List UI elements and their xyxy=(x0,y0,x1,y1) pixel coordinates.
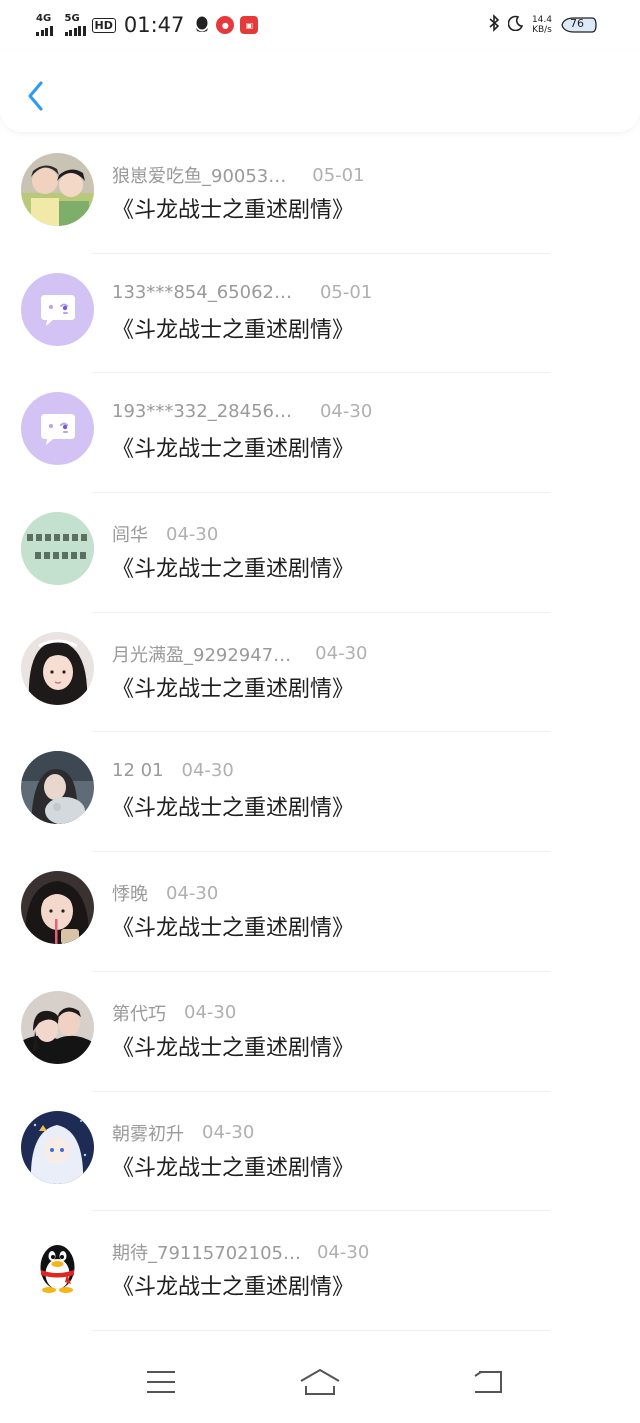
comment-date: 04-30 xyxy=(319,401,373,423)
username[interactable]: 闾华 xyxy=(112,521,148,547)
comment-meta: 狼崽爱吃鱼_90053… 05-01 xyxy=(112,162,365,188)
comment-meta: 朝雾初升 04-30 xyxy=(112,1120,254,1146)
avatar[interactable] xyxy=(21,631,94,705)
comment-meta: 期待_79115702105… 04-30 xyxy=(112,1239,369,1265)
avatar[interactable] xyxy=(21,871,94,945)
avatar[interactable] xyxy=(21,512,94,586)
comment-date: 04-30 xyxy=(202,1122,255,1143)
list-item[interactable]: 月光满盈_9292947… 04-30 《斗龙战士之重述剧情》 xyxy=(0,613,640,733)
list-item[interactable]: 193***332_28456… 04-30 《斗龙战士之重述剧情》 xyxy=(0,373,640,494)
status-bar-right: 14.4 KB/s 76 xyxy=(488,10,598,40)
list-item[interactable]: 闾华 04-30 《斗龙战士之重述剧情》 xyxy=(0,493,640,613)
comment-title[interactable]: 《斗龙战士之重述剧情》 xyxy=(112,1030,354,1062)
comment-title[interactable]: 《斗龙战士之重述剧情》 xyxy=(112,192,354,224)
comment-title[interactable]: 《斗龙战士之重述剧情》 xyxy=(112,910,354,942)
list-item[interactable]: 12 01 04-30 《斗龙战士之重述剧情》 xyxy=(0,732,640,853)
avatar[interactable] xyxy=(21,272,94,346)
comment-date: 05-01 xyxy=(312,164,365,186)
avatar[interactable] xyxy=(21,1110,94,1184)
app-notification-icon-2: ▣ xyxy=(240,16,259,34)
username[interactable]: 狼崽爱吃鱼_90053… xyxy=(112,162,286,188)
comment-meta: 悸晚 04-30 xyxy=(112,880,218,906)
avatar[interactable] xyxy=(21,153,94,226)
comment-title[interactable]: 《斗龙战士之重述剧情》 xyxy=(112,431,354,463)
comment-date: 04-30 xyxy=(184,1002,237,1024)
comment-title[interactable]: 《斗龙战士之重述剧情》 xyxy=(112,551,354,583)
username[interactable]: 12 01 xyxy=(112,760,164,781)
comment-meta: 12 01 04-30 xyxy=(112,760,234,781)
comment-meta: 193***332_28456… 04-30 xyxy=(112,401,372,422)
avatar[interactable] xyxy=(21,990,94,1064)
avatar[interactable] xyxy=(21,1230,94,1304)
hd-voice-icon: HD xyxy=(91,17,116,33)
status-bar-left: 4G 5G HD 01:47 ● ▣ xyxy=(36,10,259,40)
menu-icon xyxy=(147,1371,175,1393)
comment-title[interactable]: 《斗龙战士之重述剧情》 xyxy=(112,1269,354,1301)
moon-icon xyxy=(507,15,524,35)
comment-date: 04-30 xyxy=(166,523,219,545)
comment-meta: 月光满盈_9292947… 04-30 xyxy=(112,641,367,667)
username[interactable]: 133***854_65062… xyxy=(112,282,292,303)
system-nav-bar xyxy=(0,1342,640,1423)
battery-icon: 76 xyxy=(560,15,598,35)
home-icon xyxy=(300,1369,340,1395)
chevron-left-icon xyxy=(28,81,43,111)
qq-penguin-icon xyxy=(21,1230,94,1304)
username[interactable]: 月光满盈_9292947… xyxy=(112,641,291,667)
username[interactable]: 193***332_28456… xyxy=(112,401,292,422)
chat-bubble-icon xyxy=(21,392,94,466)
avatar[interactable] xyxy=(21,751,94,825)
comment-date: 04-30 xyxy=(166,882,219,904)
chat-bubble-icon xyxy=(21,272,94,346)
comment-date: 04-30 xyxy=(316,1241,370,1263)
network-speed: 14.4 KB/s xyxy=(531,15,552,35)
comment-meta: 闾华 04-30 xyxy=(112,521,218,547)
status-bar: 4G 5G HD 01:47 ● ▣ 14.4 KB/s 76 xyxy=(0,0,640,50)
avatar[interactable] xyxy=(21,392,94,466)
signal-icon-4g: 4G xyxy=(36,14,53,36)
header xyxy=(0,50,640,132)
bluetooth-icon xyxy=(488,14,500,36)
divider xyxy=(92,1329,550,1331)
signal-icon-5g: 5G xyxy=(64,14,86,36)
username[interactable]: 第代巧 xyxy=(112,1000,166,1026)
list-item[interactable]: 狼崽爱吃鱼_90053… 05-01 《斗龙战士之重述剧情》 xyxy=(0,134,640,254)
comment-date: 05-01 xyxy=(319,281,373,303)
menu-button[interactable] xyxy=(139,1364,183,1400)
list-item[interactable]: 期待_79115702105… 04-30 《斗龙战士之重述剧情》 xyxy=(0,1211,640,1331)
comment-title[interactable]: 《斗龙战士之重述剧情》 xyxy=(112,1150,354,1182)
username[interactable]: 悸晚 xyxy=(112,880,148,906)
comment-list: 狼崽爱吃鱼_90053… 05-01 《斗龙战士之重述剧情》 133***854… xyxy=(0,134,640,1331)
back-icon xyxy=(474,1371,502,1393)
comment-title[interactable]: 《斗龙战士之重述剧情》 xyxy=(112,312,354,344)
comment-meta: 133***854_65062… 05-01 xyxy=(112,282,372,303)
list-item[interactable]: 133***854_65062… 05-01 《斗龙战士之重述剧情》 xyxy=(0,254,640,374)
comment-title[interactable]: 《斗龙战士之重述剧情》 xyxy=(112,790,354,822)
list-item[interactable]: 朝雾初升 04-30 《斗龙战士之重述剧情》 xyxy=(0,1092,640,1212)
comment-date: 04-30 xyxy=(315,643,368,665)
comment-title[interactable]: 《斗龙战士之重述剧情》 xyxy=(112,671,354,703)
comment-meta: 第代巧 04-30 xyxy=(112,1000,236,1026)
app-notification-icon-1: ● xyxy=(216,16,235,34)
back-nav-button[interactable] xyxy=(466,1364,510,1400)
list-item[interactable]: 第代巧 04-30 《斗龙战士之重述剧情》 xyxy=(0,972,640,1092)
comment-date: 04-30 xyxy=(181,760,234,782)
username[interactable]: 朝雾初升 xyxy=(112,1120,184,1146)
home-button[interactable] xyxy=(298,1364,342,1400)
list-item[interactable]: 悸晚 04-30 《斗龙战士之重述剧情》 xyxy=(0,852,640,972)
qq-notification-icon xyxy=(194,16,210,34)
username[interactable]: 期待_79115702105… xyxy=(112,1239,301,1265)
clock: 01:47 xyxy=(123,13,185,37)
back-button[interactable] xyxy=(20,78,50,114)
